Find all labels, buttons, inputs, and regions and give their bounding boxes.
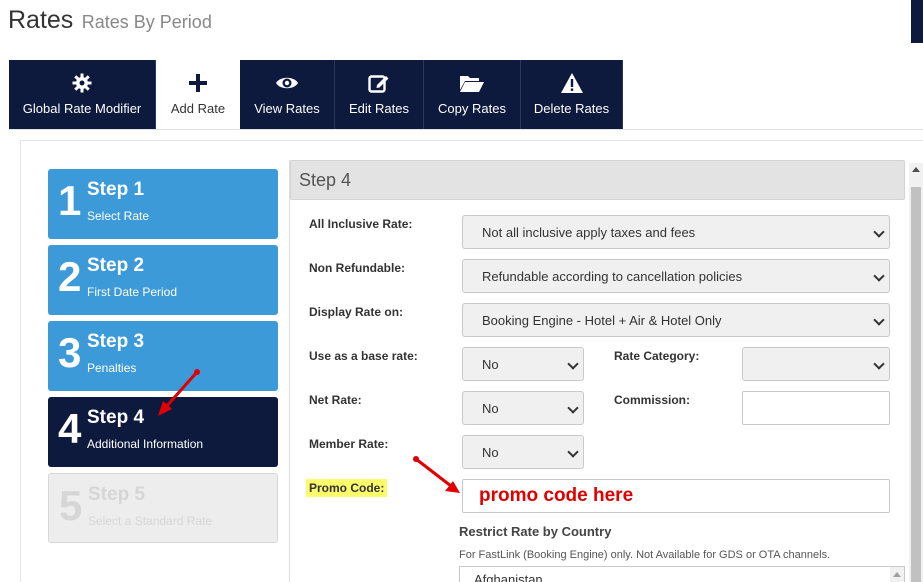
step-number: 4 — [58, 405, 82, 452]
chevron-down-icon — [567, 446, 579, 458]
step-2[interactable]: 2 Step 2 First Date Period — [48, 245, 278, 315]
step-number: 2 — [58, 253, 82, 300]
select-value: Booking Engine - Hotel + Air & Hotel Onl… — [482, 312, 722, 328]
scroll-thumb[interactable] — [911, 187, 921, 582]
non-refundable-label: Non Refundable: — [309, 261, 405, 275]
rate-tabs: Global Rate Modifier Add Rate View Rates… — [9, 60, 623, 130]
step-subtitle: Select Rate — [87, 209, 150, 223]
panel-title: Step 4 — [299, 170, 352, 190]
folder-open-icon — [459, 71, 485, 95]
step-title: Step 3 — [87, 331, 145, 352]
tab-add-rate[interactable]: Add Rate — [156, 60, 240, 130]
page-subtitle: Rates By Period — [81, 12, 212, 32]
restrict-country-note: For FastLink (Booking Engine) only. Not … — [459, 549, 831, 561]
net-rate-label: Net Rate: — [309, 393, 362, 407]
commission-label: Commission: — [614, 393, 691, 407]
net-rate-select[interactable]: No — [462, 391, 584, 425]
all-inclusive-select[interactable]: Not all inclusive apply taxes and fees — [462, 215, 890, 249]
panel-header: Step 4 — [290, 160, 905, 200]
member-rate-label: Member Rate: — [309, 437, 389, 451]
tab-copy-rates[interactable]: Copy Rates — [424, 60, 521, 130]
edit-icon — [366, 71, 392, 95]
country-list-scrollbar[interactable] — [890, 567, 904, 582]
tab-label: Delete Rates — [533, 100, 610, 116]
page-header: Rates Rates By Period — [8, 6, 212, 35]
scroll-up-icon[interactable] — [912, 167, 920, 172]
scroll-up-icon[interactable] — [893, 572, 901, 577]
all-inclusive-label: All Inclusive Rate: — [309, 217, 413, 231]
chevron-down-icon — [873, 358, 885, 370]
tab-delete-rates[interactable]: Delete Rates — [521, 60, 623, 130]
chevron-down-icon — [873, 270, 885, 282]
select-value: Refundable according to cancellation pol… — [482, 268, 743, 284]
chevron-down-icon — [873, 226, 885, 238]
restrict-country-title: Restrict Rate by Country — [459, 524, 612, 539]
panel-scrollbar[interactable] — [909, 163, 923, 582]
tab-label: Copy Rates — [438, 100, 506, 116]
step-number: 5 — [59, 482, 83, 529]
tab-label: Global Rate Modifier — [22, 100, 142, 116]
tab-label: Add Rate — [170, 100, 226, 116]
base-rate-select[interactable]: No — [462, 347, 584, 381]
tab-label: View Rates — [254, 100, 320, 116]
rate-category-label: Rate Category: — [614, 349, 700, 363]
step-subtitle: Additional Information — [87, 437, 204, 451]
select-value: No — [482, 444, 499, 460]
warning-icon — [559, 71, 585, 95]
step-subtitle: Select a Standard Rate — [88, 514, 213, 528]
member-rate-select[interactable]: No — [462, 435, 584, 469]
tabs-divider — [9, 129, 923, 130]
base-rate-label: Use as a base rate: — [309, 349, 418, 363]
promo-code-value: promo code here — [479, 485, 634, 506]
step-title: Step 4 — [87, 407, 145, 428]
display-rate-label: Display Rate on: — [309, 305, 404, 319]
promo-code-label: Promo Code: — [306, 479, 388, 497]
select-value: No — [482, 400, 499, 416]
tab-label: Edit Rates — [349, 100, 409, 116]
step-3[interactable]: 3 Step 3 Penalties — [48, 321, 278, 391]
step-1[interactable]: 1 Step 1 Select Rate — [48, 169, 278, 239]
step-subtitle: Penalties — [87, 361, 137, 375]
country-option[interactable]: Afghanistan — [474, 572, 543, 582]
select-value: Not all inclusive apply taxes and fees — [482, 224, 696, 240]
step-title: Step 5 — [88, 484, 146, 505]
chevron-down-icon — [567, 358, 579, 370]
top-right-button[interactable] — [911, 0, 923, 43]
rate-category-select[interactable] — [742, 347, 890, 381]
chevron-down-icon — [567, 402, 579, 414]
country-list[interactable]: Afghanistan — [459, 566, 905, 582]
tab-view-rates[interactable]: View Rates — [240, 60, 335, 130]
gear-icon — [69, 71, 95, 95]
step-4[interactable]: 4 Step 4 Additional Information — [48, 397, 278, 467]
promo-code-input[interactable]: promo code here — [462, 479, 890, 513]
step-number: 1 — [58, 177, 82, 224]
step-title: Step 1 — [87, 179, 145, 200]
tab-global-rate-modifier[interactable]: Global Rate Modifier — [9, 60, 156, 130]
chevron-down-icon — [873, 314, 885, 326]
step-title: Step 2 — [87, 255, 145, 276]
step-subtitle: First Date Period — [87, 285, 178, 299]
step-5: 5 Step 5 Select a Standard Rate — [48, 473, 278, 543]
plus-icon — [185, 71, 211, 95]
step-number: 3 — [58, 329, 82, 376]
eye-icon — [274, 71, 300, 95]
select-value: No — [482, 356, 499, 372]
non-refundable-select[interactable]: Refundable according to cancellation pol… — [462, 259, 890, 293]
display-rate-select[interactable]: Booking Engine - Hotel + Air & Hotel Onl… — [462, 303, 890, 337]
page-title: Rates — [8, 6, 74, 34]
commission-input[interactable] — [742, 391, 890, 425]
tab-edit-rates[interactable]: Edit Rates — [335, 60, 424, 130]
